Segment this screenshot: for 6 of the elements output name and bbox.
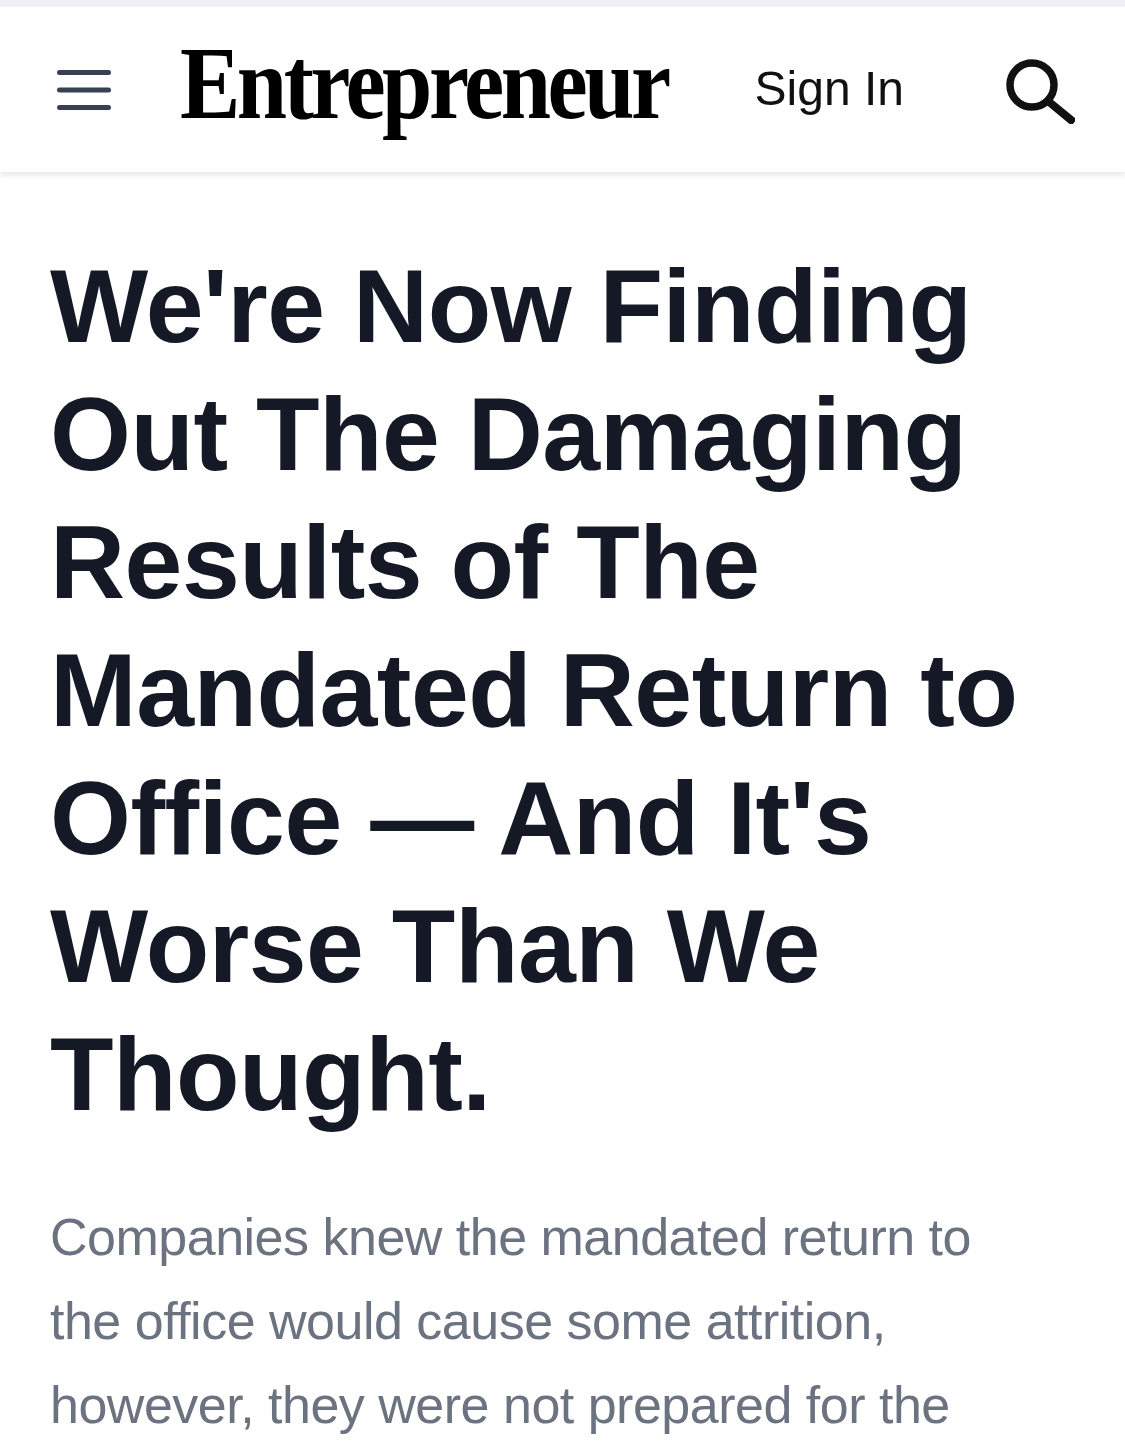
search-icon[interactable] (1005, 57, 1075, 124)
menu-icon[interactable] (57, 69, 111, 110)
sign-in-link[interactable]: Sign In (754, 63, 904, 116)
article-headline: We're Now Finding Out The Damaging Results of The Mandated Return to Office — And It's Worse Than We Thought. (50, 247, 1019, 1134)
article-summary: Companies knew the mandated return to the office would cause some attrition, however, they were not prepared for the (50, 1207, 972, 1436)
site-logo[interactable]: Entrepreneur (180, 21, 668, 146)
